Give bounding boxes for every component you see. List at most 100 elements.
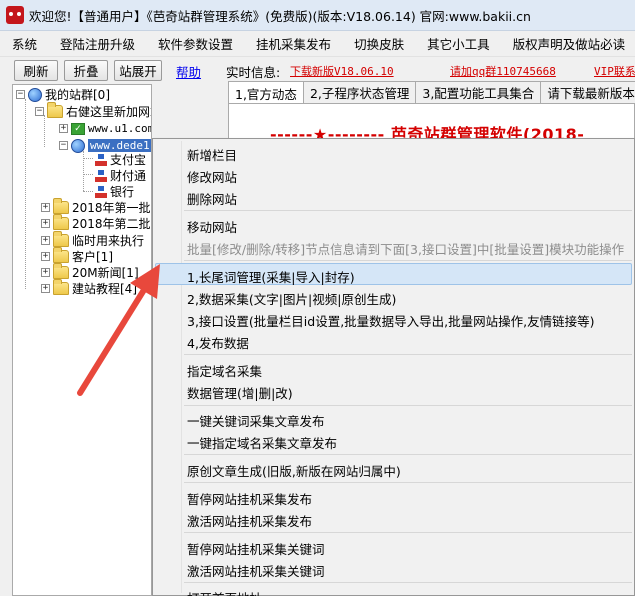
tree-column-alipay[interactable]: 支付宝 (95, 151, 146, 168)
expand-sites-button[interactable]: 站展开 (114, 60, 162, 81)
tree-connector (83, 151, 84, 191)
menu-item-open-homepage[interactable]: 打开首页地址 (187, 588, 262, 596)
menu-separator (184, 405, 632, 406)
menu-item-pause-collect-publish[interactable]: 暂停网站挂机采集发布 (187, 489, 312, 508)
tab-strip: 1,官方动态 2,子程序状态管理 3,配置功能工具集合 请下载最新版本 (228, 81, 635, 104)
menu-item-original-article[interactable]: 原创文章生成(旧版,新版在网站归属中) (187, 461, 401, 480)
download-new-version-link[interactable]: 下载新版V18.06.10 (290, 63, 394, 79)
tree-group-label: 建站教程[4] (72, 282, 137, 296)
menu-item-publish-data[interactable]: 4,发布数据 (187, 333, 249, 352)
tree-column-label: 银行 (110, 185, 135, 199)
app-logo-icon (6, 6, 24, 24)
expand-toggle-icon[interactable]: + (59, 124, 68, 133)
menu-software-settings[interactable]: 软件参数设置 (158, 34, 233, 53)
menu-item-domain-collect[interactable]: 指定域名采集 (187, 361, 262, 380)
menu-separator (184, 260, 632, 261)
tab-subprogram-status[interactable]: 2,子程序状态管理 (302, 81, 417, 103)
expand-toggle-icon[interactable]: + (41, 203, 50, 212)
folder-icon (47, 102, 63, 118)
tree-column-label: 支付宝 (110, 153, 147, 167)
title-bar: 欢迎您!【普通用户】《芭奇站群管理系统》(免费版)(版本:V18.06.14) … (0, 0, 635, 31)
menu-item-pause-collect-keywords[interactable]: 暂停网站挂机采集关键词 (187, 539, 325, 558)
expand-toggle-icon[interactable]: + (41, 284, 50, 293)
site-ok-icon: ✓ (71, 122, 85, 135)
help-link[interactable]: 帮助 (176, 62, 201, 81)
collapse-toggle-icon[interactable]: − (59, 141, 68, 150)
tree-group-label: 2018年第二批 (72, 217, 151, 231)
tree-group-label: 右健这里新加网站[2] (66, 105, 151, 119)
collapse-button[interactable]: 折叠 (64, 60, 108, 81)
menu-item-add-column[interactable]: 新增栏目 (187, 145, 237, 164)
expand-toggle-icon[interactable]: + (41, 219, 50, 228)
column-node-icon (95, 185, 107, 198)
expand-toggle-icon[interactable]: + (41, 268, 50, 277)
menu-item-activate-collect-keywords[interactable]: 激活网站挂机采集关键词 (187, 561, 325, 580)
vip-contact-link[interactable]: VIP联系 (594, 63, 635, 79)
menu-item-data-manage[interactable]: 数据管理(增|删|改) (187, 383, 293, 402)
folder-icon (53, 231, 69, 247)
menu-item-data-collect[interactable]: 2,数据采集(文字|图片|视频|原创生成) (187, 289, 396, 308)
tree-column-tenpay[interactable]: 财付通 (95, 167, 146, 184)
menu-item-activate-collect-publish[interactable]: 激活网站挂机采集发布 (187, 511, 312, 530)
folder-icon (53, 279, 69, 295)
qq-group-link[interactable]: 请加qq群110745668 (450, 63, 556, 79)
column-node-icon (95, 153, 107, 166)
expand-toggle-icon[interactable]: + (41, 252, 50, 261)
menu-bar: 系统 登陆注册升级 软件参数设置 挂机采集发布 切换皮肤 其它小工具 版权声明及… (0, 31, 635, 57)
folder-icon (53, 247, 69, 263)
tree-group-label: 临时用来执行 (72, 234, 145, 248)
menu-auto-collect-publish[interactable]: 挂机采集发布 (256, 34, 331, 53)
folder-icon (53, 198, 69, 214)
tree-site-u1[interactable]: + ✓ www.u1.com (59, 120, 152, 137)
tab-tool-config[interactable]: 3,配置功能工具集合 (415, 81, 542, 103)
menu-separator (184, 210, 632, 211)
column-node-icon (95, 169, 107, 182)
collapse-toggle-icon[interactable]: − (16, 90, 25, 99)
menu-separator (184, 354, 632, 355)
tree-connector (25, 99, 26, 289)
tree-group-tutorial[interactable]: + 建站教程[4] (41, 279, 137, 297)
menu-item-move-site[interactable]: 移动网站 (187, 217, 237, 236)
menu-item-interface-settings[interactable]: 3,接口设置(批量栏目id设置,批量数据导入导出,批量网站操作,友情链接等) (187, 311, 595, 330)
refresh-button[interactable]: 刷新 (14, 60, 58, 81)
menu-separator (184, 454, 632, 455)
menu-separator (184, 532, 632, 533)
tree-group-2018-2[interactable]: + 2018年第二批 (41, 214, 151, 232)
menu-system[interactable]: 系统 (12, 34, 37, 53)
tree-group-label: 20M新闻[1] (72, 266, 139, 280)
menu-item-edit-site[interactable]: 修改网站 (187, 167, 237, 186)
site-globe-icon (71, 138, 85, 153)
menu-copyright-notice[interactable]: 版权声明及做站必读 (513, 34, 626, 53)
folder-icon (53, 263, 69, 279)
tree-group-label: 2018年第一批 (72, 201, 151, 215)
expand-toggle-icon[interactable]: + (41, 236, 50, 245)
menu-gutter (181, 141, 182, 593)
tab-download-latest[interactable]: 请下载最新版本 (540, 81, 635, 103)
tree-column-label: 财付通 (110, 169, 147, 183)
menu-item-keyword-oneclick[interactable]: 一键关键词采集文章发布 (187, 411, 325, 430)
network-icon (28, 87, 42, 102)
site-tree: − 我的站群[0] − 右健这里新加网站[2] + ✓ www.u1.com −… (12, 84, 152, 596)
tree-group-new-site[interactable]: − 右健这里新加网站[2] (35, 102, 151, 120)
menu-item-domain-oneclick[interactable]: 一键指定域名采集文章发布 (187, 433, 337, 452)
menu-login-register[interactable]: 登陆注册升级 (60, 34, 135, 53)
tree-group-client[interactable]: + 客户[1] (41, 247, 113, 265)
tab-official-news[interactable]: 1,官方动态 (228, 81, 304, 104)
window-title: 欢迎您!【普通用户】《芭奇站群管理系统》(免费版)(版本:V18.06.14) … (29, 8, 531, 24)
tree-connector (83, 191, 93, 192)
tree-connector (83, 158, 93, 159)
realtime-info-label: 实时信息: (226, 65, 281, 80)
menu-item-longtail-keywords[interactable]: 1,长尾词管理(采集|导入|封存) (187, 267, 355, 286)
menu-item-delete-site[interactable]: 删除网站 (187, 189, 237, 208)
menu-item-batch-hint: 批量[修改/删除/转移]节点信息请到下面[3,接口设置]中[批量设置]模块功能操… (187, 242, 625, 257)
tree-root[interactable]: − 我的站群[0] (16, 86, 110, 103)
menu-other-tools[interactable]: 其它小工具 (427, 34, 490, 53)
tree-column-bank[interactable]: 银行 (95, 183, 134, 200)
context-menu: 新增栏目 修改网站 删除网站 移动网站 批量[修改/删除/转移]节点信息请到下面… (152, 138, 635, 596)
menu-separator (184, 582, 632, 583)
collapse-toggle-icon[interactable]: − (35, 107, 44, 116)
folder-icon (53, 214, 69, 230)
tree-site-label: www.u1.com (88, 122, 152, 135)
menu-separator (184, 482, 632, 483)
menu-switch-skin[interactable]: 切换皮肤 (354, 34, 404, 53)
